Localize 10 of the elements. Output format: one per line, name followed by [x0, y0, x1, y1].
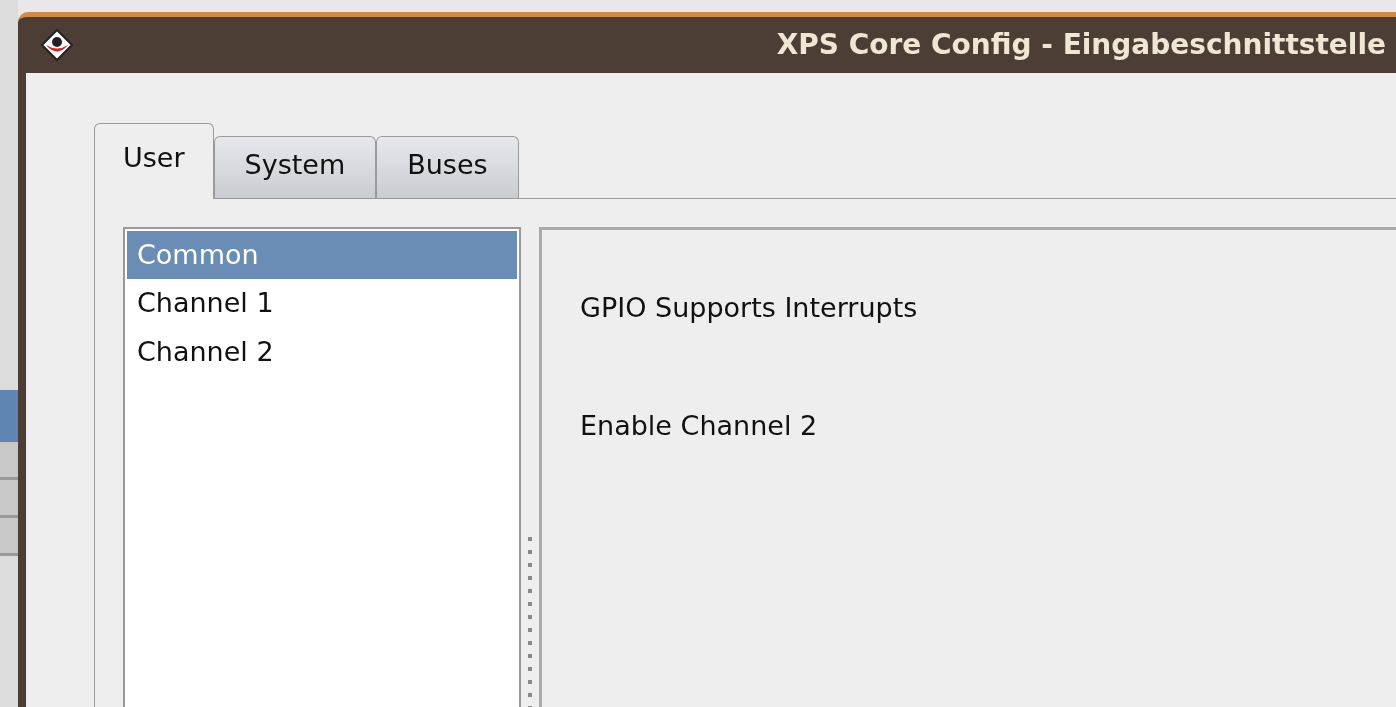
splitter-handle[interactable]: [528, 537, 532, 707]
parameter-label: GPIO Supports Interrupts: [580, 290, 918, 325]
app-icon: [40, 28, 74, 62]
parameter-label: Enable Channel 2: [580, 409, 818, 443]
list-item[interactable]: Channel 1: [127, 279, 517, 328]
list-item[interactable]: Channel 2: [127, 327, 517, 376]
tab[interactable]: System: [213, 136, 377, 198]
tab[interactable]: Buses: [376, 136, 519, 198]
window-title: XPS Core Config - Eingabeschnittstelle: [775, 27, 1387, 63]
tab[interactable]: User: [94, 123, 214, 199]
